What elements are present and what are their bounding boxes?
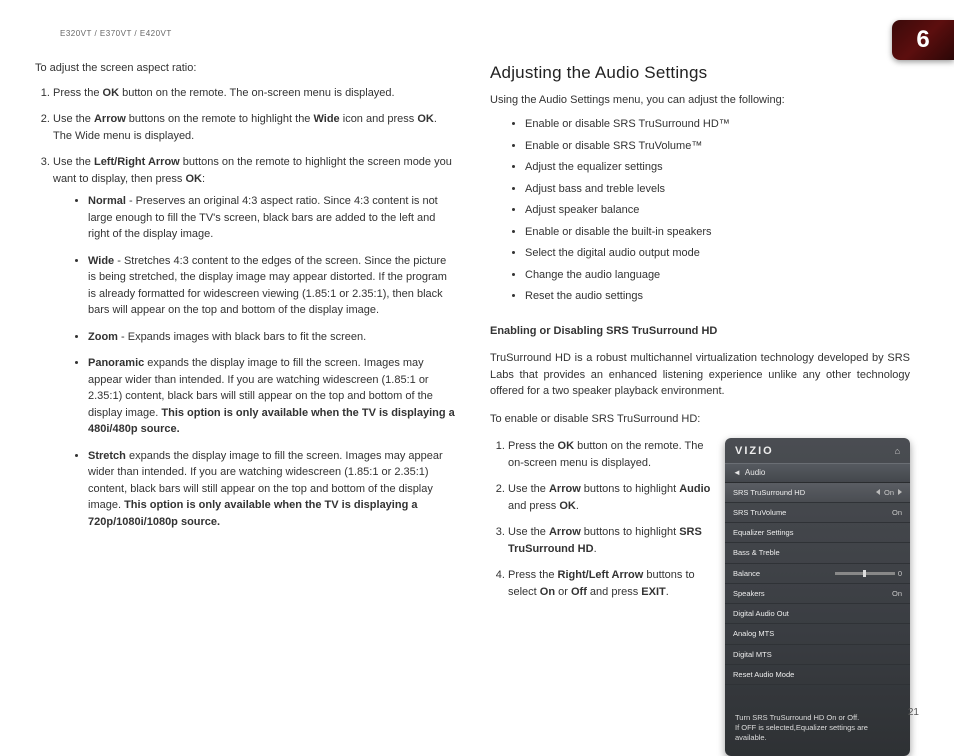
- srs-heading: Enabling or Disabling SRS TruSurround HD: [490, 323, 910, 340]
- back-arrow-icon: ◄: [733, 467, 741, 479]
- home-icon: ⌂: [895, 445, 900, 459]
- menu-row-balance: Balance 0: [725, 564, 910, 584]
- srs-desc: TruSurround HD is a robust multichannel …: [490, 350, 910, 400]
- audio-bullet: Adjust speaker balance: [525, 202, 910, 219]
- menu-row-equalizer: Equalizer Settings: [725, 523, 910, 543]
- audio-bullet: Enable or disable the built-in speakers: [525, 224, 910, 241]
- srs-steps: Press the OK button on the remote. The o…: [490, 438, 713, 610]
- audio-bullets: Enable or disable SRS TruSurround HD™ En…: [490, 116, 910, 305]
- audio-bullet: Enable or disable SRS TruVolume™: [525, 138, 910, 155]
- menu-row-speakers: SpeakersOn: [725, 584, 910, 604]
- menu-help-text: Turn SRS TruSurround HD On or Off. If OF…: [725, 705, 910, 756]
- srs-step-3: Use the Arrow buttons to highlight SRS T…: [508, 524, 713, 557]
- mode-normal: Normal - Preserves an original 4:3 aspec…: [88, 193, 455, 243]
- mode-panoramic: Panoramic expands the display image to f…: [88, 355, 455, 438]
- mode-stretch: Stretch expands the display image to fil…: [88, 448, 455, 531]
- menu-row-digital-mts: Digital MTS: [725, 645, 910, 665]
- mode-wide: Wide - Stretches 4:3 content to the edge…: [88, 253, 455, 319]
- menu-row-bass-treble: Bass & Treble: [725, 543, 910, 563]
- triangle-right-icon: [898, 489, 902, 495]
- audio-title: Adjusting the Audio Settings: [490, 60, 910, 86]
- audio-menu-panel: VIZIO ⌂ ◄ Audio SRS TruSurround HD On SR…: [725, 438, 910, 756]
- menu-row-reset-audio: Reset Audio Mode: [725, 665, 910, 685]
- balance-slider: [835, 572, 895, 575]
- srs-step-1: Press the OK button on the remote. The o…: [508, 438, 713, 471]
- mode-zoom: Zoom - Expands images with black bars to…: [88, 329, 455, 346]
- menu-row-srs-trusurround: SRS TruSurround HD On: [725, 483, 910, 503]
- menu-breadcrumb: ◄ Audio: [725, 463, 910, 483]
- audio-bullet: Reset the audio settings: [525, 288, 910, 305]
- srs-step-2: Use the Arrow buttons to highlight Audio…: [508, 481, 713, 514]
- audio-bullet: Change the audio language: [525, 267, 910, 284]
- audio-intro: Using the Audio Settings menu, you can a…: [490, 92, 910, 109]
- audio-bullet: Enable or disable SRS TruSurround HD™: [525, 116, 910, 133]
- right-column: Adjusting the Audio Settings Using the A…: [490, 60, 910, 756]
- audio-bullet: Select the digital audio output mode: [525, 245, 910, 262]
- aspect-step-1: Press the OK button on the remote. The o…: [53, 85, 455, 102]
- aspect-modes: Normal - Preserves an original 4:3 aspec…: [53, 193, 455, 530]
- chapter-badge: 6: [892, 20, 954, 60]
- menu-row-digital-audio-out: Digital Audio Out: [725, 604, 910, 624]
- menu-row-analog-mts: Analog MTS: [725, 624, 910, 644]
- aspect-steps: Press the OK button on the remote. The o…: [35, 85, 455, 531]
- srs-intro: To enable or disable SRS TruSurround HD:: [490, 411, 910, 428]
- menu-logo: VIZIO: [735, 443, 774, 460]
- audio-bullet: Adjust the equalizer settings: [525, 159, 910, 176]
- aspect-intro: To adjust the screen aspect ratio:: [35, 60, 455, 77]
- audio-bullet: Adjust bass and treble levels: [525, 181, 910, 198]
- aspect-step-2: Use the Arrow buttons on the remote to h…: [53, 111, 455, 144]
- left-column: To adjust the screen aspect ratio: Press…: [35, 60, 455, 756]
- aspect-step-3: Use the Left/Right Arrow buttons on the …: [53, 154, 455, 530]
- page-number: 21: [908, 705, 919, 720]
- triangle-left-icon: [876, 489, 880, 495]
- srs-step-4: Press the Right/Left Arrow buttons to se…: [508, 567, 713, 600]
- model-header: E320VT / E370VT / E420VT: [60, 28, 172, 40]
- menu-row-truvolume: SRS TruVolumeOn: [725, 503, 910, 523]
